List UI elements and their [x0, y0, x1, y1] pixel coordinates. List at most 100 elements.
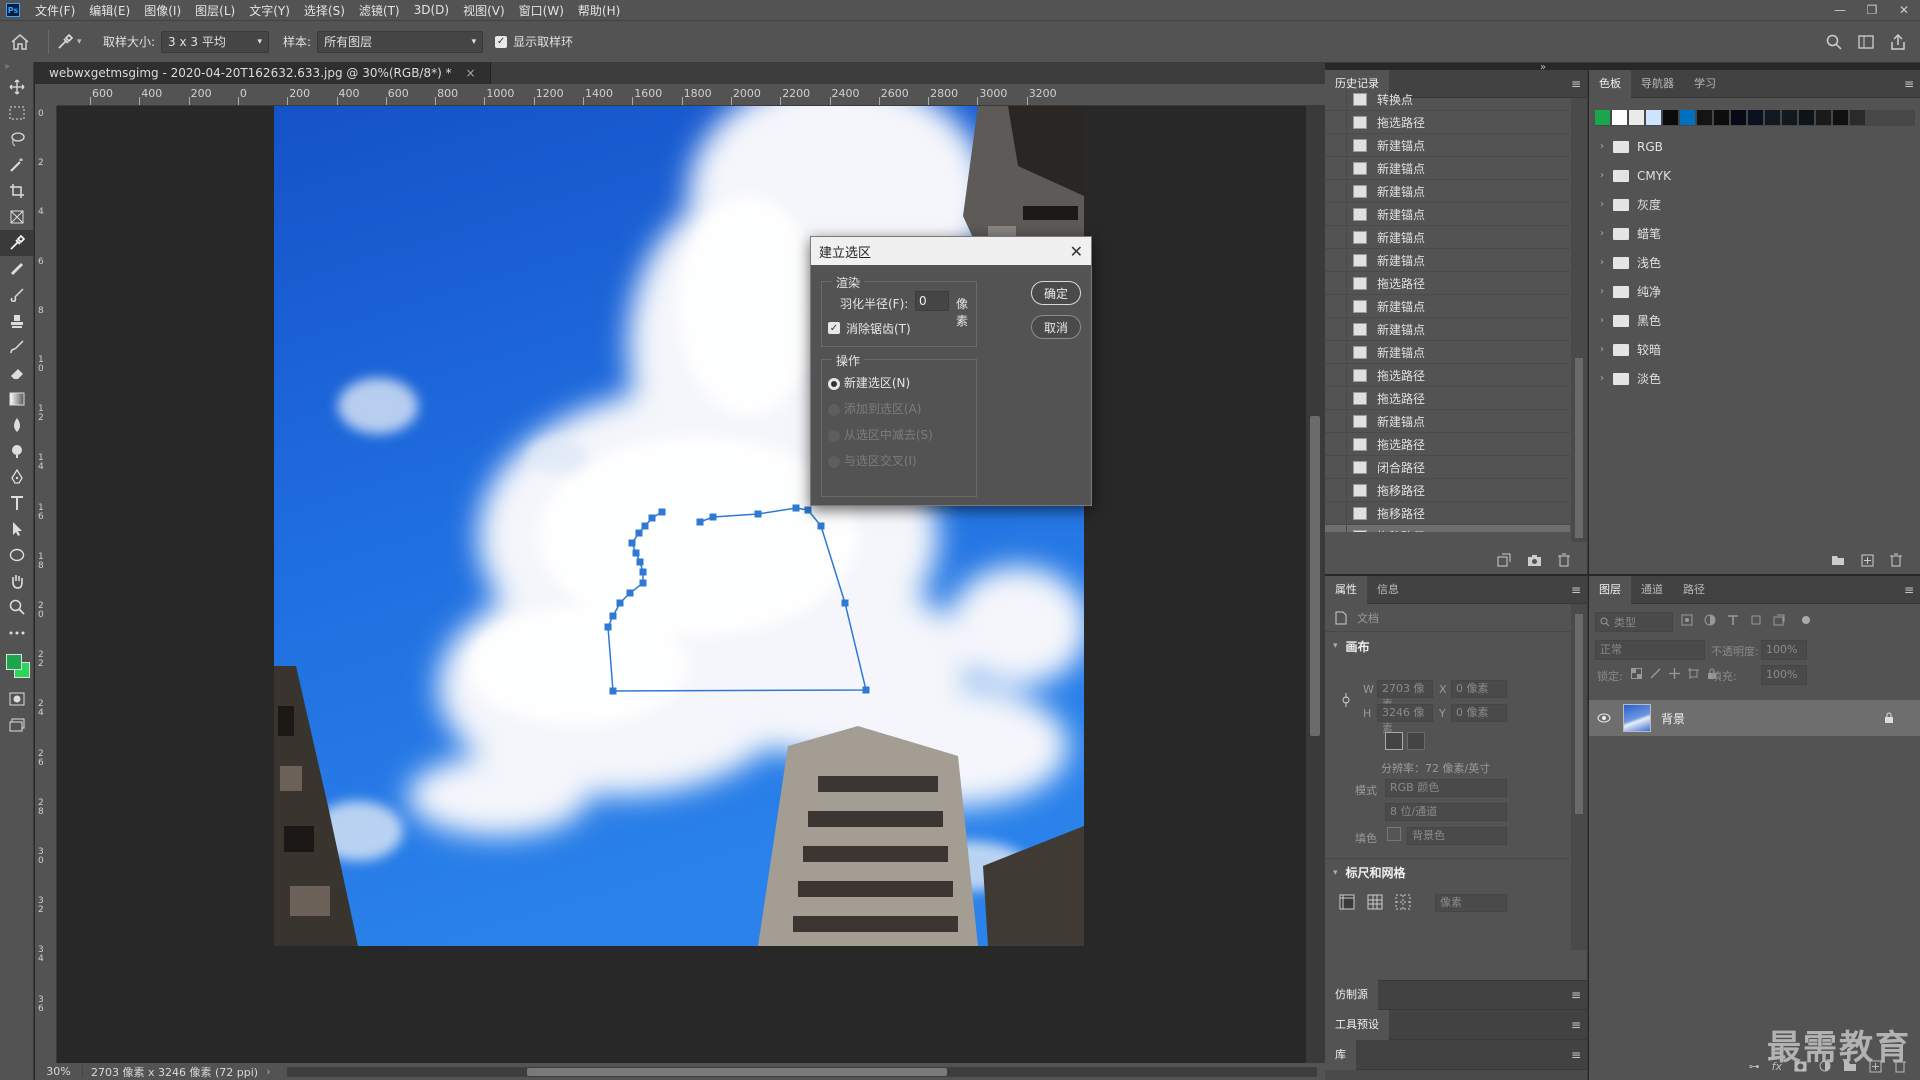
crop-tool-icon[interactable]	[0, 178, 34, 204]
eyedropper-tool-preset-icon[interactable]: ▾	[57, 33, 97, 50]
tab-paths[interactable]: 路径	[1673, 576, 1715, 604]
history-item[interactable]: 新建锚点	[1325, 225, 1570, 249]
depth-dropdown[interactable]: 8 位/通道	[1385, 803, 1507, 821]
color-swatches[interactable]	[0, 646, 33, 686]
search-icon[interactable]	[1826, 34, 1842, 50]
antialias-checkbox[interactable]: ✓	[828, 322, 840, 334]
swatch-group[interactable]: › 纯净	[1595, 277, 1910, 306]
history-item[interactable]: 拖移路径	[1325, 501, 1570, 525]
menu-help[interactable]: 帮助(H)	[571, 2, 627, 19]
color-swatch[interactable]	[1833, 110, 1848, 125]
color-swatch[interactable]	[1816, 110, 1831, 125]
chevron-right-icon[interactable]: ›	[1595, 141, 1609, 152]
layer-row[interactable]: 背景	[1589, 700, 1920, 736]
history-source-box[interactable]	[1325, 133, 1347, 157]
history-source-box[interactable]	[1325, 294, 1347, 318]
blur-tool-icon[interactable]	[0, 412, 34, 438]
history-item[interactable]: 新建锚点	[1325, 202, 1570, 226]
swatch-group[interactable]: › 淡色	[1595, 364, 1910, 393]
blend-mode-dropdown[interactable]: 正常	[1595, 640, 1705, 660]
new-group-folder-icon[interactable]	[1831, 554, 1845, 566]
opacity-field[interactable]: 100%	[1761, 640, 1807, 660]
lock-icon[interactable]	[1884, 712, 1894, 724]
horizontal-scrollbar[interactable]	[287, 1067, 1317, 1077]
gradient-tool-icon[interactable]	[0, 386, 34, 412]
hand-tool-icon[interactable]	[0, 568, 34, 594]
history-source-box[interactable]	[1325, 409, 1347, 433]
color-swatch[interactable]	[1629, 110, 1644, 125]
zoom-tool-icon[interactable]	[0, 594, 34, 620]
chevron-right-icon[interactable]: ›	[1595, 315, 1609, 326]
document-image[interactable]	[58, 106, 1306, 1063]
menu-file[interactable]: 文件(F)	[28, 2, 82, 19]
panel-menu-icon[interactable]: ≡	[1904, 583, 1914, 597]
fill-field[interactable]: 100%	[1761, 665, 1807, 685]
fill-dropdown[interactable]: 背景色	[1407, 827, 1507, 845]
history-item[interactable]: 拖选路径	[1325, 432, 1570, 456]
clone-source-tab[interactable]: 仿制源	[1325, 980, 1378, 1010]
panel-menu-icon[interactable]: ≡	[1571, 583, 1581, 597]
more-tools-icon[interactable]	[0, 620, 34, 646]
close-window-button[interactable]: ✕	[1888, 0, 1920, 20]
color-swatch[interactable]	[1680, 110, 1695, 125]
panel-menu-icon[interactable]: ≡	[1571, 988, 1581, 1002]
tab-learn[interactable]: 学习	[1684, 70, 1726, 98]
history-source-box[interactable]	[1325, 386, 1347, 410]
history-item[interactable]: 新建锚点	[1325, 156, 1570, 180]
color-swatch[interactable]	[1663, 110, 1678, 125]
foreground-color[interactable]	[6, 654, 22, 670]
new-swatch-icon[interactable]	[1861, 554, 1874, 567]
shape-filter-icon[interactable]	[1750, 614, 1762, 626]
units-dropdown[interactable]: 像素	[1435, 894, 1507, 912]
history-item[interactable]: 拖选路径	[1325, 386, 1570, 410]
tool-presets-tab[interactable]: 工具预设	[1325, 1009, 1389, 1040]
history-item[interactable]: 新建锚点	[1325, 317, 1570, 341]
ellipse-tool-icon[interactable]	[0, 542, 34, 568]
landscape-orientation-button[interactable]	[1407, 732, 1425, 750]
grid-icon[interactable]	[1367, 894, 1383, 910]
move-tool-icon[interactable]	[0, 74, 34, 100]
mode-dropdown[interactable]: RGB 颜色	[1385, 779, 1507, 797]
scroll-thumb[interactable]	[1310, 416, 1320, 736]
healing-brush-tool-icon[interactable]	[0, 256, 34, 282]
clone-stamp-tool-icon[interactable]	[0, 308, 34, 334]
menu-type[interactable]: 文字(Y)	[242, 2, 297, 19]
cancel-button[interactable]: 取消	[1031, 315, 1081, 339]
menu-filter[interactable]: 滤镜(T)	[352, 2, 407, 19]
canvas-section-header[interactable]: ▾ 画布	[1325, 632, 1587, 660]
history-scrollbar[interactable]	[1571, 98, 1587, 542]
link-icon[interactable]	[1341, 692, 1351, 708]
rulers-section-header[interactable]: ▾ 标尺和网格	[1325, 858, 1570, 886]
marquee-tool-icon[interactable]	[0, 100, 34, 126]
vertical-scrollbar[interactable]	[1306, 106, 1325, 1063]
scroll-thumb[interactable]	[527, 1068, 947, 1076]
layer-name[interactable]: 背景	[1661, 710, 1685, 727]
eyedropper-tool-icon[interactable]	[0, 230, 34, 256]
panel-dock-arrows[interactable]: »	[1540, 62, 1546, 73]
portrait-orientation-button[interactable]	[1385, 732, 1403, 750]
lock-position-icon[interactable]	[1669, 668, 1680, 679]
workspace-icon[interactable]	[1858, 34, 1874, 49]
color-swatch[interactable]	[1612, 110, 1627, 125]
sample-size-dropdown[interactable]: 3 x 3 平均 ▾	[161, 30, 270, 53]
libraries-tab[interactable]: 库	[1325, 1039, 1356, 1070]
chevron-right-icon[interactable]: ›	[1595, 257, 1609, 268]
swatch-group[interactable]: › 黑色	[1595, 306, 1910, 335]
swatch-group[interactable]: › 较暗	[1595, 335, 1910, 364]
menu-layer[interactable]: 图层(L)	[188, 2, 242, 19]
history-source-box[interactable]	[1325, 432, 1347, 456]
sample-dropdown[interactable]: 所有图层 ▾	[317, 30, 484, 53]
color-swatch[interactable]	[1646, 110, 1661, 125]
history-item[interactable]: 新建锚点	[1325, 248, 1570, 272]
panel-menu-icon[interactable]: ≡	[1571, 1018, 1581, 1032]
path-selection-tool-icon[interactable]	[0, 516, 34, 542]
x-field[interactable]: 0 像素	[1451, 680, 1507, 698]
guides-icon[interactable]	[1395, 894, 1411, 910]
tab-navigator[interactable]: 导航器	[1631, 70, 1684, 98]
tab-info[interactable]: 信息	[1367, 576, 1409, 604]
properties-scrollbar[interactable]	[1571, 604, 1587, 950]
lock-transparent-icon[interactable]	[1631, 668, 1642, 679]
pen-tool-icon[interactable]	[0, 464, 34, 490]
menu-view[interactable]: 视图(V)	[456, 2, 512, 19]
menu-select[interactable]: 选择(S)	[297, 2, 352, 19]
